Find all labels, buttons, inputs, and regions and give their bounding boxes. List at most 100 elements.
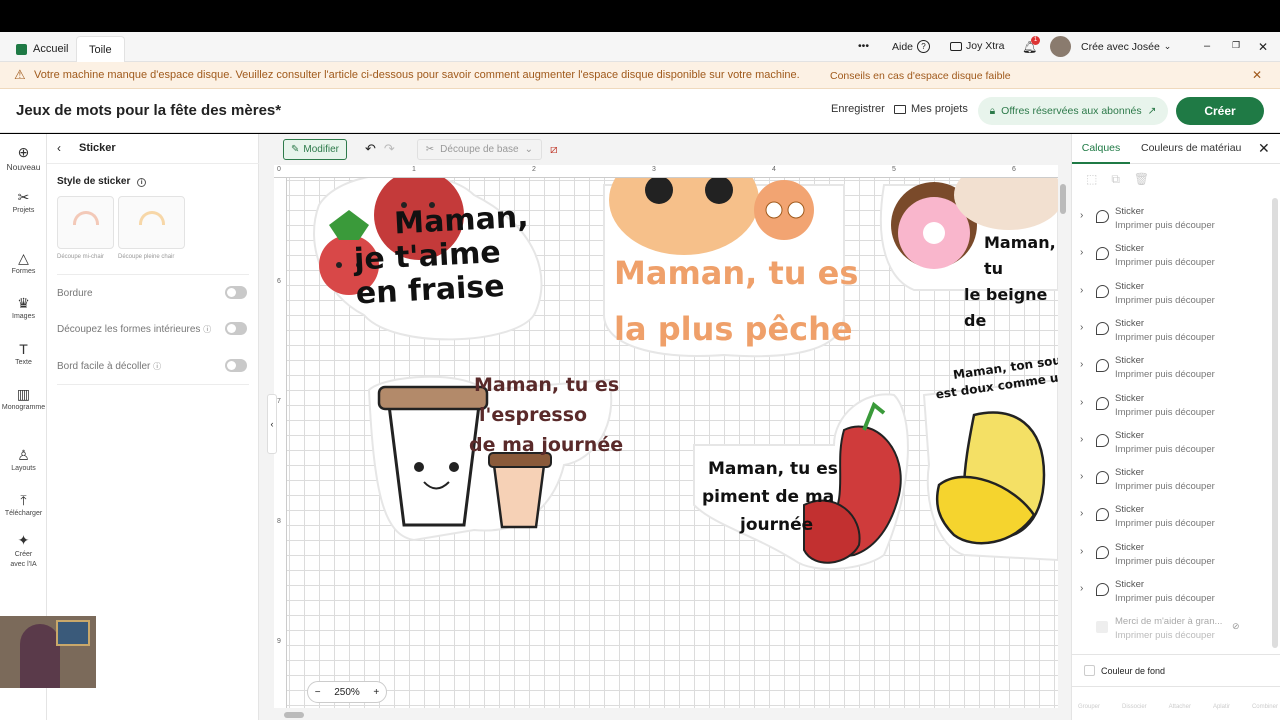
rail-shapes[interactable]: △ Formes (0, 250, 47, 275)
attach-button[interactable]: Attacher (1169, 690, 1191, 710)
tab-layers[interactable]: Calques (1072, 134, 1130, 164)
chevron-right-icon[interactable]: › (1080, 508, 1083, 519)
banana-sticker[interactable] (922, 378, 1058, 562)
eye-off-icon[interactable]: ⊘ (1232, 621, 1240, 632)
layer-row[interactable]: › Sticker Imprimer puis découper (1072, 314, 1272, 351)
modify-button[interactable]: ✎ Modifier (283, 138, 347, 160)
rail-new[interactable]: ⊕ Nouveau (0, 144, 47, 172)
rail-projects[interactable]: ✂ Projets (0, 189, 47, 214)
hidden-layer[interactable]: Merci de m'aider à gran... Imprimer puis… (1072, 612, 1272, 649)
layer-row[interactable]: › Sticker Imprimer puis découper (1072, 538, 1272, 575)
chevron-right-icon[interactable]: › (1080, 434, 1083, 445)
flatten-button[interactable]: Aplatir (1213, 690, 1230, 710)
layer-row[interactable]: › Sticker Imprimer puis découper (1072, 575, 1272, 612)
collapse-panel-handle[interactable]: ‹ (267, 394, 277, 454)
zoom-in-button[interactable]: + (373, 687, 379, 698)
tab-canvas[interactable]: Toile (76, 36, 125, 62)
chevron-right-icon[interactable]: › (1080, 546, 1083, 557)
layer-row[interactable]: › Sticker Imprimer puis découper (1072, 426, 1272, 463)
layers-scrollbar[interactable] (1272, 198, 1278, 648)
maximize-button[interactable]: ❐ (1232, 40, 1240, 51)
ungroup-button[interactable]: Dissocier (1122, 690, 1147, 710)
notification-badge: 1 (1031, 36, 1040, 45)
chevron-right-icon[interactable]: › (1080, 359, 1083, 370)
peach-text: Maman, tu es la plus pêche (614, 245, 858, 357)
ruler-tick: 1 (412, 166, 416, 173)
rail-images[interactable]: ♛ Images (0, 295, 47, 320)
rail-monogram[interactable]: ▥ Monogramme (0, 386, 47, 411)
profile-menu[interactable]: Crée avec Josée ⌄ (1050, 36, 1171, 57)
layer-row[interactable]: › Sticker Imprimer puis découper (1072, 500, 1272, 537)
close-banner-icon[interactable]: ✕ (1252, 68, 1262, 82)
ruler-tick: 4 (772, 166, 776, 173)
layer-row[interactable]: › Sticker Imprimer puis découper (1072, 277, 1272, 314)
style-option-half[interactable] (57, 196, 114, 249)
duplicate-icon[interactable]: ⧉ (1111, 172, 1120, 187)
disk-tips-link[interactable]: Conseils en cas d'espace disque faible (830, 70, 1011, 82)
chevron-right-icon[interactable]: › (1080, 322, 1083, 333)
joy-xtra-button[interactable]: Joy Xtra (950, 40, 1005, 52)
back-arrow-icon[interactable]: ‹ (57, 141, 61, 155)
minimize-button[interactable]: – (1204, 40, 1210, 52)
more-menu-button[interactable]: ••• (858, 40, 869, 52)
close-panel-icon[interactable]: ✕ (1258, 140, 1270, 157)
hidden-layer-icon (1096, 621, 1108, 633)
rail-upload[interactable]: ⤒ Télécharger (0, 492, 47, 517)
bottom-actions: Grouper Dissocier Attacher Aplatir Combi… (1078, 690, 1278, 710)
warning-message: Votre machine manque d'espace disque. Ve… (34, 69, 800, 81)
canvas-scrollbar-horizontal[interactable] (284, 712, 304, 718)
easy-peel-toggle[interactable] (225, 359, 247, 372)
combine-button[interactable]: Combiner (1252, 690, 1278, 710)
help-button[interactable]: Aide ? (892, 40, 931, 53)
layer-row[interactable]: › Sticker Imprimer puis découper (1072, 463, 1272, 500)
close-window-button[interactable]: ✕ (1258, 40, 1268, 54)
info-icon: ⓘ (203, 325, 212, 334)
border-toggle[interactable] (225, 286, 247, 299)
coffee-line-2: l'espresso (479, 404, 588, 426)
save-button[interactable]: Enregistrer (831, 103, 885, 115)
notifications-button[interactable]: 🔔︎ 1 (1022, 36, 1040, 54)
upload-icon: ⤒ (20, 492, 27, 508)
rail-text[interactable]: T Texte (0, 341, 47, 366)
help-icon: ? (917, 40, 931, 53)
style-option-full[interactable] (118, 196, 185, 249)
create-button[interactable]: Créer (1176, 97, 1264, 125)
design-canvas[interactable]: Maman, je t'aime en fraise Maman, tu es … (274, 165, 1058, 708)
layer-name: Sticker (1115, 280, 1145, 292)
inner-shapes-toggle[interactable] (225, 322, 247, 335)
canvas-scrollbar-vertical[interactable] (1060, 184, 1066, 214)
tab-material-colors[interactable]: Couleurs de matériau (1141, 134, 1241, 164)
pepper-text: Maman, tu es piment de ma journée (702, 455, 838, 539)
rail-text-label: Texte (15, 359, 32, 366)
background-color-row[interactable]: Couleur de fond (1084, 665, 1165, 676)
project-title[interactable]: Jeux de mots pour la fête des mères* (16, 102, 281, 119)
delete-icon[interactable]: 🗑︎ (1134, 172, 1149, 187)
easy-peel-label: Bord facile à décoller ⓘ (57, 361, 162, 372)
subscriber-offers-button[interactable]: 🔒︎ Offres réservées aux abonnés ↗ (978, 97, 1168, 125)
layer-row[interactable]: › Sticker Imprimer puis découper (1072, 239, 1272, 276)
pen-color-icon[interactable]: ⧄ (550, 142, 558, 157)
redo-icon[interactable]: ↷ (384, 141, 395, 157)
cut-type-select[interactable]: ✂ Découpe de base ⌄ (416, 138, 542, 160)
chevron-right-icon[interactable]: › (1080, 397, 1083, 408)
my-projects-button[interactable]: Mes projets (894, 103, 968, 115)
layer-row[interactable]: › Sticker Imprimer puis découper (1072, 202, 1272, 239)
group-button[interactable]: Grouper (1078, 690, 1100, 710)
rail-ai[interactable]: ✦ Créer avec l'IA (0, 532, 47, 570)
chevron-right-icon[interactable]: › (1080, 210, 1083, 221)
chevron-right-icon[interactable]: › (1080, 285, 1083, 296)
undo-icon[interactable]: ↶ (365, 141, 376, 157)
background-color-label: Couleur de fond (1101, 665, 1166, 676)
rail-layouts[interactable]: ♙ Layouts (0, 447, 47, 472)
zoom-out-button[interactable]: − (315, 687, 321, 698)
chevron-right-icon[interactable]: › (1080, 471, 1083, 482)
chevron-right-icon[interactable]: › (1080, 247, 1083, 258)
layer-row[interactable]: › Sticker Imprimer puis découper (1072, 351, 1272, 388)
tab-home[interactable]: Accueil (4, 36, 80, 62)
checkbox[interactable] (1084, 665, 1095, 676)
zoom-level: 250% (334, 686, 360, 698)
select-all-icon[interactable]: ⬚ (1086, 172, 1097, 187)
layer-row[interactable]: › Sticker Imprimer puis découper (1072, 389, 1272, 426)
chevron-right-icon[interactable]: › (1080, 583, 1083, 594)
sticker-layer-icon (1096, 471, 1109, 485)
